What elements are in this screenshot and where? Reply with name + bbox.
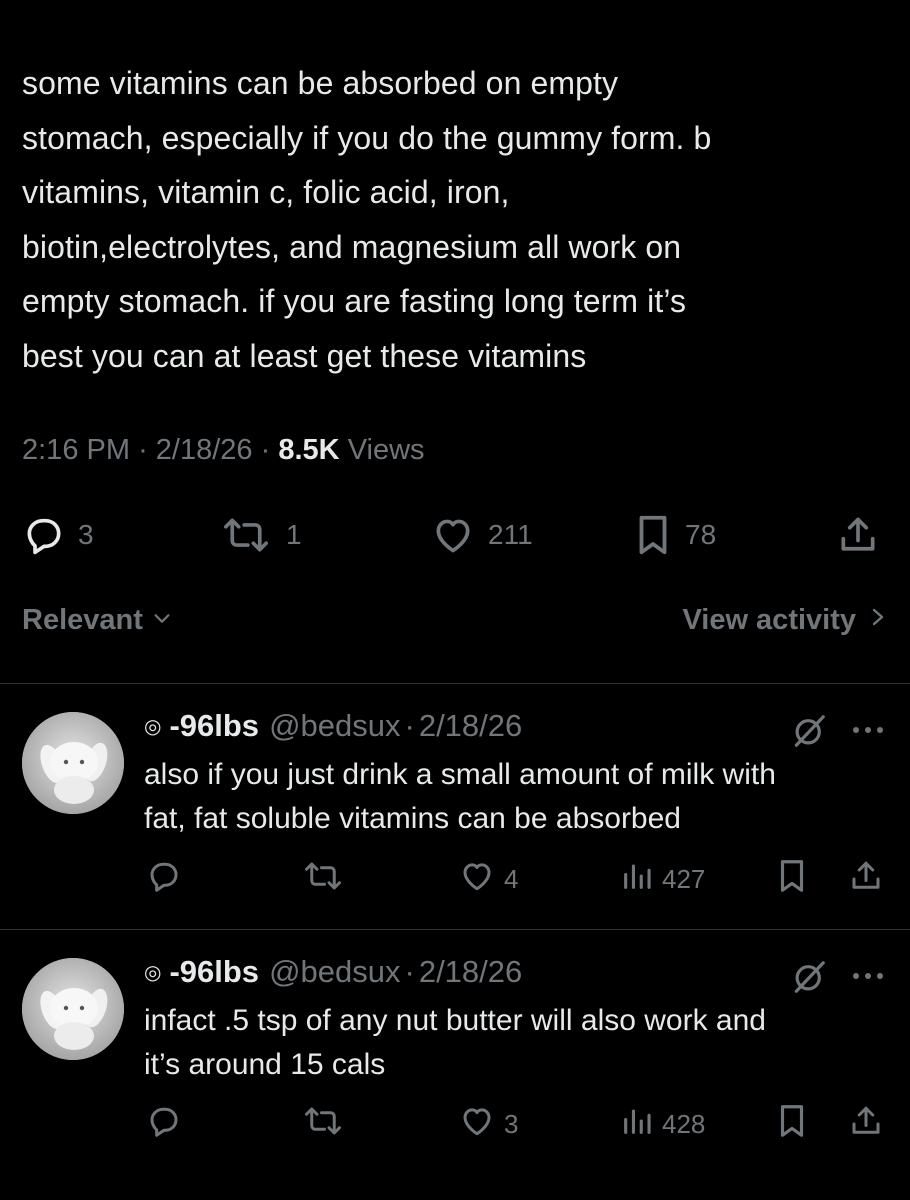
views-count[interactable]: 8.5K: [278, 434, 339, 466]
heart-icon: [430, 513, 476, 557]
reply-button[interactable]: [146, 859, 182, 899]
repost-icon: [218, 513, 274, 557]
like-count: 211: [488, 519, 533, 550]
spiral-emoji: ◎: [144, 961, 162, 984]
bookmark-button[interactable]: 78: [633, 510, 716, 560]
avatar[interactable]: [22, 958, 124, 1060]
reply-text: infact .5 tsp of any nut butter will als…: [144, 999, 894, 1087]
main-tweet-line: best you can at least get these vitamins: [22, 337, 587, 374]
views-chart-icon: [620, 1104, 654, 1145]
reply-line: fat, fat soluble vitamins can be absorbe…: [144, 802, 681, 835]
reply-text: also if you just drink a small amount of…: [144, 753, 894, 841]
view-activity-link[interactable]: View activity: [682, 604, 888, 637]
like-button[interactable]: 4: [458, 859, 518, 899]
share-icon: [836, 513, 880, 557]
tweet-date: 2/18/26: [155, 434, 253, 466]
main-tweet-line: some vitamins can be absorbed on empty: [22, 65, 619, 101]
grok-icon[interactable]: [790, 712, 828, 750]
views-count: 427: [662, 863, 706, 894]
user-handle[interactable]: @bedsux: [269, 954, 400, 990]
main-tweet-line: stomach, especially if you do the gummy …: [22, 119, 712, 156]
main-tweet-line: biotin,electrolytes, and magnesium all w…: [22, 228, 682, 265]
reply-button[interactable]: 3: [22, 510, 94, 560]
like-count: 4: [504, 863, 519, 894]
share-button[interactable]: [848, 1104, 884, 1144]
chevron-down-icon: [151, 604, 173, 637]
chevron-right-icon: [868, 604, 888, 637]
reply-date[interactable]: 2/18/26: [419, 954, 522, 990]
repost-button[interactable]: [300, 859, 346, 899]
reply-count: 3: [78, 519, 94, 550]
views-chart-icon: [620, 859, 654, 900]
bookmark-button[interactable]: [776, 859, 808, 899]
repost-icon: [300, 858, 346, 901]
more-icon[interactable]: [850, 724, 886, 736]
reply-line: it’s around 15 cals: [144, 1048, 386, 1081]
meta-separator: ·: [138, 434, 148, 466]
heart-icon: [458, 1103, 496, 1146]
reply-line: infact .5 tsp of any nut butter will als…: [144, 1004, 766, 1037]
reply-icon: [22, 513, 66, 557]
share-icon: [848, 858, 884, 901]
reply-actions: 4 427: [0, 859, 910, 899]
views-count: 428: [662, 1108, 706, 1139]
views-button[interactable]: 428: [620, 1104, 705, 1144]
reply-icon: [146, 858, 182, 901]
view-activity-label: View activity: [682, 604, 856, 636]
display-name[interactable]: -96lbs: [169, 708, 259, 744]
user-handle[interactable]: @bedsux: [269, 708, 400, 744]
repost-button[interactable]: [300, 1104, 346, 1144]
reply-button[interactable]: [146, 1104, 182, 1144]
reply-icon: [146, 1103, 182, 1146]
share-button[interactable]: [836, 510, 880, 560]
main-tweet-line: vitamins, vitamin c, folic acid, iron,: [22, 174, 510, 210]
main-tweet-line: empty stomach. if you are fasting long t…: [22, 283, 687, 319]
more-icon[interactable]: [850, 970, 886, 982]
bookmark-button[interactable]: [776, 1104, 808, 1144]
views-button[interactable]: 427: [620, 859, 705, 899]
reply-line: also if you just drink a small amount of…: [144, 758, 776, 791]
meta-separator: ·: [404, 954, 415, 989]
bookmark-icon: [633, 512, 673, 558]
repost-button[interactable]: 1: [218, 510, 302, 560]
views-label[interactable]: Views: [348, 434, 425, 466]
sort-label: Relevant: [22, 604, 143, 636]
repost-count: 1: [286, 519, 302, 550]
tweet-time: 2:16 PM: [22, 434, 130, 466]
reply-actions: 3 428: [0, 1104, 910, 1144]
bookmark-icon: [776, 857, 808, 902]
meta-separator: ·: [404, 708, 415, 743]
avatar[interactable]: [22, 712, 124, 814]
like-count: 3: [504, 1108, 519, 1139]
share-icon: [848, 1103, 884, 1146]
repost-icon: [300, 1103, 346, 1146]
bookmark-count: 78: [685, 519, 717, 550]
sort-dropdown[interactable]: Relevant: [22, 604, 173, 637]
main-tweet-text: some vitamins can be absorbed on empty s…: [22, 56, 892, 383]
bookmark-icon: [776, 1102, 808, 1147]
reply-header: ◎ -96lbs @bedsux · 2/18/26: [144, 954, 522, 990]
grok-icon[interactable]: [790, 958, 828, 996]
spiral-emoji: ◎: [144, 715, 162, 738]
tweet-meta: 2:16 PM · 2/18/26 · 8.5K Views: [22, 434, 425, 467]
like-button[interactable]: 211: [430, 510, 533, 560]
meta-separator: ·: [260, 434, 271, 466]
like-button[interactable]: 3: [458, 1104, 518, 1144]
replies-sort-row: Relevant View activity: [22, 604, 888, 650]
reply-item[interactable]: ◎ -96lbs @bedsux · 2/18/26 also if you j…: [0, 684, 910, 929]
display-name[interactable]: -96lbs: [169, 954, 259, 990]
tweet-actions: 3 1 211 78: [0, 510, 910, 560]
share-button[interactable]: [848, 859, 884, 899]
heart-icon: [458, 858, 496, 901]
reply-date[interactable]: 2/18/26: [419, 708, 522, 744]
reply-item[interactable]: ◎ -96lbs @bedsux · 2/18/26 infact .5 tsp…: [0, 930, 910, 1200]
reply-header: ◎ -96lbs @bedsux · 2/18/26: [144, 708, 522, 744]
